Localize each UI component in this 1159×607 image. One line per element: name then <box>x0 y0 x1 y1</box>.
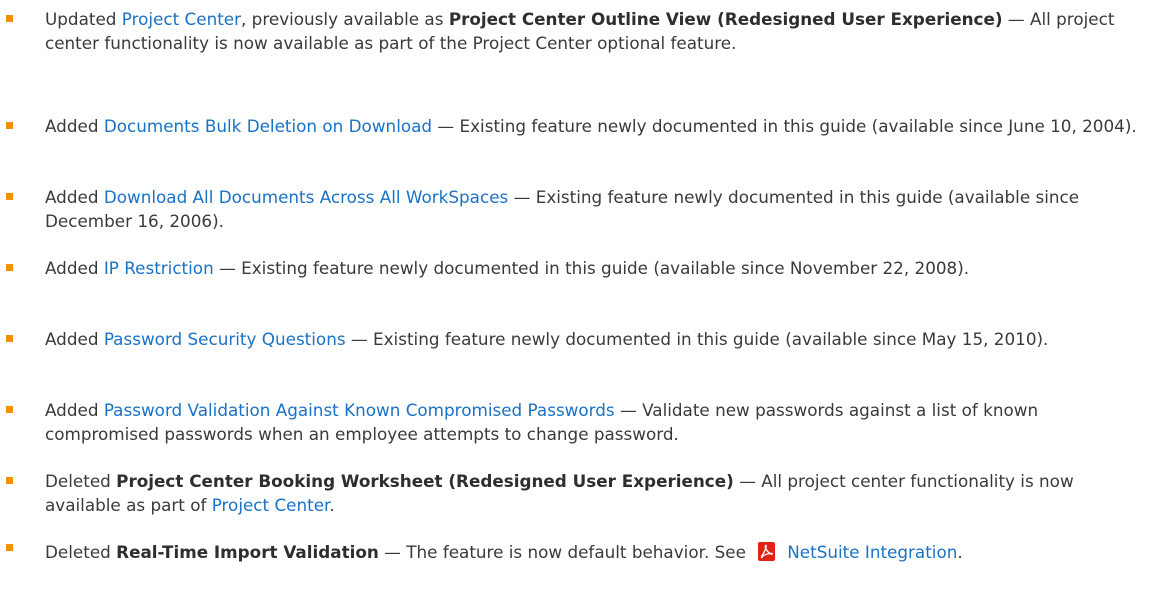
bullet-icon <box>6 193 13 200</box>
entry-verb: Deleted <box>45 471 111 491</box>
entry-feature-name: Real-Time Import Validation <box>116 542 379 562</box>
entry-verb: Added <box>45 400 99 420</box>
project-center-link[interactable]: Project Center <box>122 9 241 29</box>
pdf-icon[interactable] <box>758 542 776 561</box>
bullet-icon <box>6 15 13 22</box>
changelog-list: Updated Project Center, previously avail… <box>0 0 1159 607</box>
entry-text: Added Documents Bulk Deletion on Downloa… <box>45 114 1153 138</box>
entry-text: Added Password Validation Against Known … <box>45 398 1153 446</box>
netsuite-integration-link[interactable]: NetSuite Integration <box>787 542 957 562</box>
password-security-questions-link[interactable]: Password Security Questions <box>104 329 346 349</box>
entry-text: Deleted Real-Time Import Validation — Th… <box>45 540 1153 564</box>
entry-description: — Existing feature newly documented in t… <box>432 116 1137 136</box>
bullet-icon <box>6 335 13 342</box>
bullet-icon <box>6 406 13 413</box>
entry-description: — Existing feature newly documented in t… <box>213 258 970 278</box>
entry-text: Deleted Project Center Booking Worksheet… <box>45 469 1153 517</box>
download-all-documents-link[interactable]: Download All Documents Across All WorkSp… <box>104 187 508 207</box>
entry-text: Added Download All Documents Across All … <box>45 185 1153 233</box>
entry-text: Updated Project Center, previously avail… <box>45 7 1153 55</box>
entry-verb: Added <box>45 329 99 349</box>
entry-mid-text: , previously available as <box>241 9 449 29</box>
entry-end: . <box>957 542 963 562</box>
entry-text: Added IP Restriction — Existing feature … <box>45 256 1153 280</box>
entry-text: Added Password Security Questions — Exis… <box>45 327 1153 351</box>
entry-description: — Existing feature newly documented in t… <box>345 329 1049 349</box>
entry-description: — The feature is now default behavior. S… <box>378 542 752 562</box>
entry-verb: Added <box>45 187 99 207</box>
entry-feature-name: Project Center Outline View (Redesigned … <box>448 9 1003 29</box>
entry-verb: Deleted <box>45 542 111 562</box>
entry-verb: Added <box>45 258 99 278</box>
entry-feature-name: Project Center Booking Worksheet (Redesi… <box>116 471 734 491</box>
bullet-icon <box>6 544 13 551</box>
documents-bulk-deletion-link[interactable]: Documents Bulk Deletion on Download <box>104 116 432 136</box>
entry-verb: Updated <box>45 9 117 29</box>
bullet-icon <box>6 122 13 129</box>
bullet-icon <box>6 264 13 271</box>
password-validation-link[interactable]: Password Validation Against Known Compro… <box>104 400 615 420</box>
entry-verb: Added <box>45 116 99 136</box>
bullet-icon <box>6 477 13 484</box>
entry-end: . <box>329 495 335 515</box>
project-center-link[interactable]: Project Center <box>212 495 330 515</box>
ip-restriction-link[interactable]: IP Restriction <box>104 258 214 278</box>
